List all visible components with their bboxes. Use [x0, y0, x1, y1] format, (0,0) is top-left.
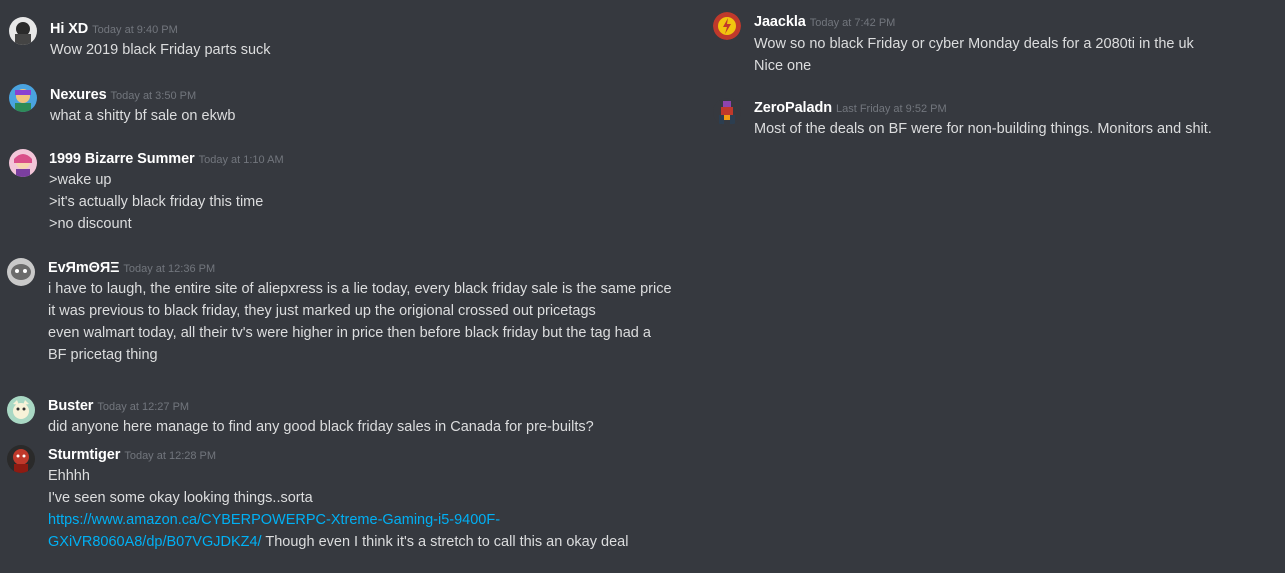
user-avatar[interactable] [9, 149, 37, 177]
username[interactable]: EvЯmΘЯΞ [48, 260, 119, 276]
timestamp: Today at 9:40 PM [92, 24, 178, 36]
timestamp: Last Friday at 9:52 PM [835, 103, 947, 115]
message-text: >it's actually black friday this time [49, 194, 264, 210]
message-text: >no discount [49, 216, 132, 232]
username[interactable]: Hi XD [50, 21, 88, 37]
message-text: I've seen some okay looking things..sort… [48, 490, 313, 506]
user-avatar[interactable] [9, 17, 37, 45]
timestamp: Today at 7:42 PM [809, 17, 896, 29]
timestamp: Today at 12:27 PM [97, 401, 190, 413]
user-avatar[interactable] [9, 84, 37, 112]
message-text: >wake up [49, 172, 112, 188]
message-text: it was previous to black friday, they ju… [48, 303, 596, 319]
message-text: even walmart today, all their tv's were … [48, 325, 651, 341]
user-avatar[interactable] [7, 445, 35, 473]
message-text: did anyone here manage to find any good … [48, 419, 594, 435]
message-text: Most of the deals on BF were for non-bui… [754, 121, 1212, 137]
message-text: BF pricetag thing [48, 347, 158, 363]
username[interactable]: Nexures [50, 87, 107, 103]
message-text: what a shitty bf sale on ekwb [50, 108, 236, 124]
timestamp: Today at 3:50 PM [110, 90, 197, 102]
user-avatar[interactable] [7, 258, 35, 286]
message-text: Wow so no black Friday or cyber Monday d… [754, 36, 1194, 52]
message-text-after-link: Though even I think it's a stretch to ca… [261, 534, 629, 550]
username[interactable]: 1999 Bizarre Summer [49, 151, 195, 167]
username[interactable]: Buster [48, 398, 93, 414]
user-avatar[interactable] [713, 98, 741, 126]
amazon-link-continued[interactable]: GXiVR8060A8/dp/B07VGJDKZ4/ [48, 534, 262, 550]
timestamp: Today at 12:36 PM [123, 263, 216, 275]
message-text: Nice one [754, 58, 812, 74]
username[interactable]: Sturmtiger [48, 447, 120, 463]
message-text: https://www.amazon.ca/CYBERPOWERPC-Xtrem… [48, 512, 500, 528]
user-avatar[interactable] [713, 12, 741, 40]
message-text: i have to laugh, the entire site of alie… [48, 281, 672, 297]
amazon-link[interactable]: https://www.amazon.ca/CYBERPOWERPC-Xtrem… [48, 512, 500, 528]
timestamp: Today at 12:28 PM [124, 450, 217, 462]
message-text: Wow 2019 black Friday parts suck [50, 42, 271, 58]
username[interactable]: ZeroPaladn [754, 100, 832, 116]
username[interactable]: Jaackla [754, 14, 806, 30]
message-text: GXiVR8060A8/dp/B07VGJDKZ4/ Though even I… [48, 534, 628, 550]
message-text: Ehhhh [48, 468, 90, 484]
timestamp: Today at 1:10 AM [198, 154, 284, 166]
user-avatar[interactable] [7, 396, 35, 424]
